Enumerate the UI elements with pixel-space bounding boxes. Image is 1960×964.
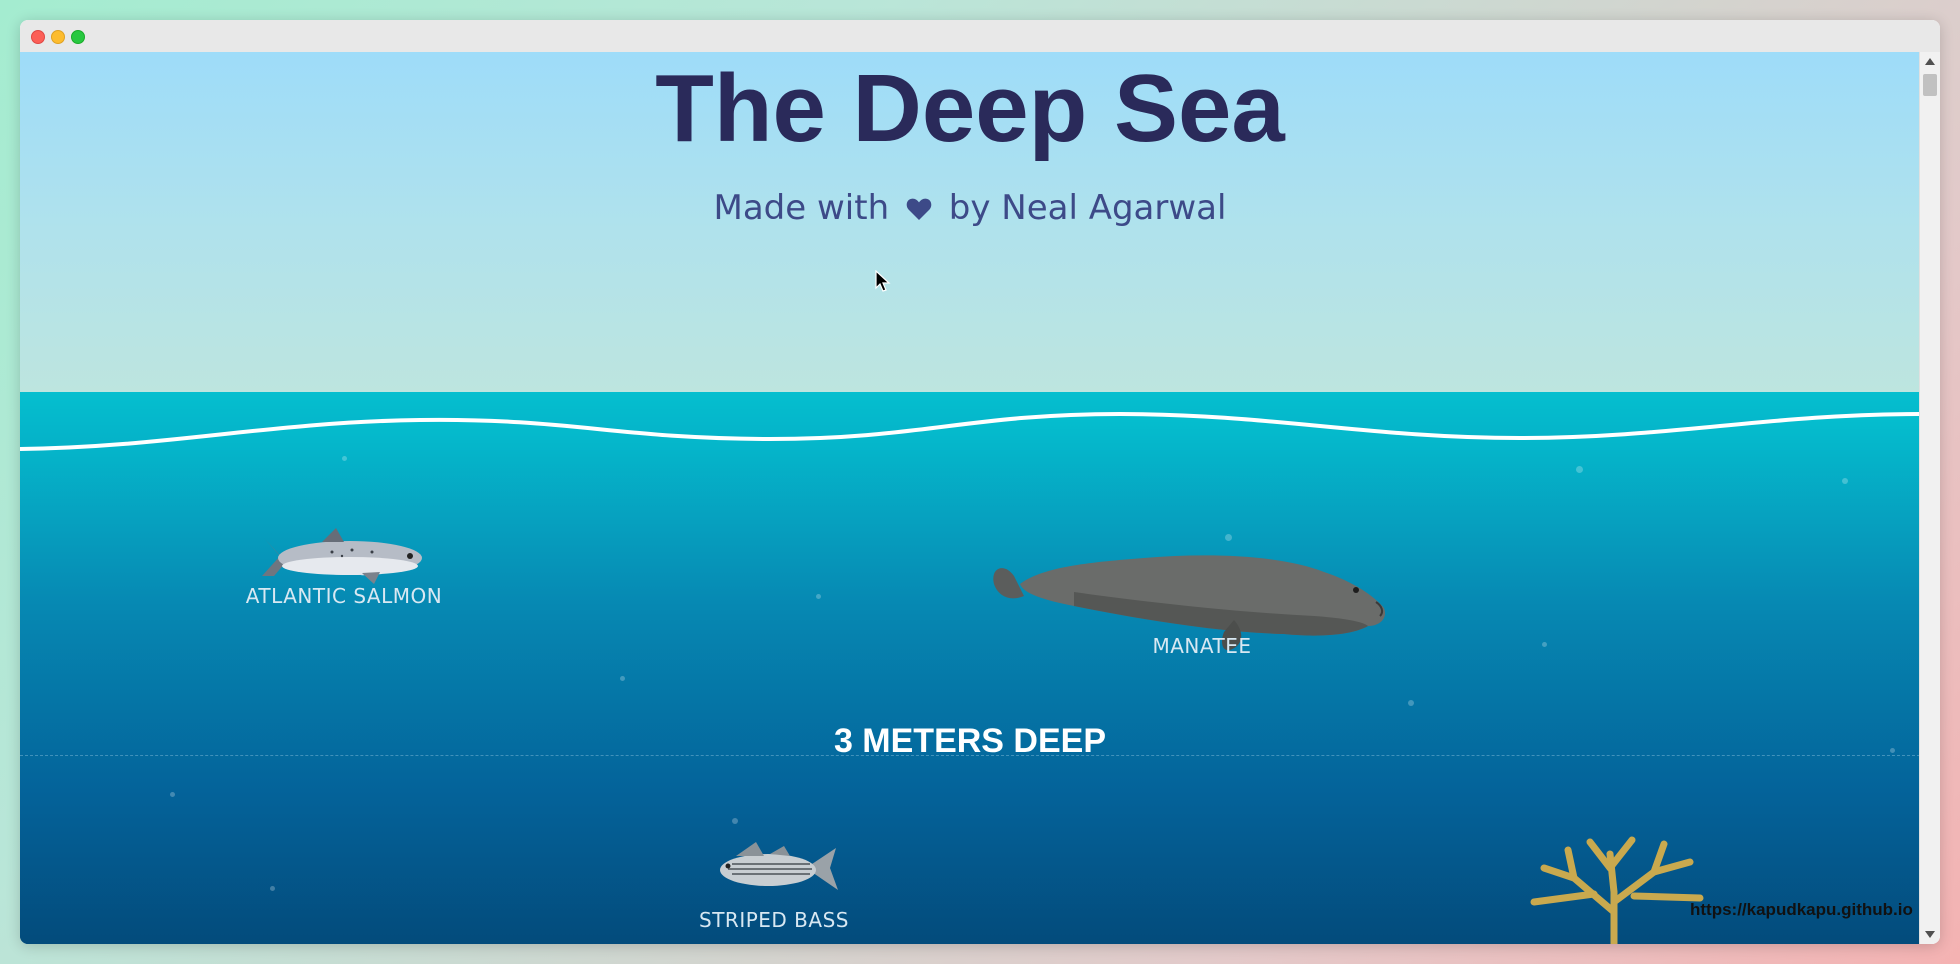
heart-icon	[906, 190, 932, 230]
water-particle	[732, 818, 738, 824]
water-particle	[816, 594, 821, 599]
water-particle	[170, 792, 175, 797]
subtitle: Made with by Neal Agarwal	[20, 188, 1920, 230]
close-window-button[interactable]	[31, 30, 45, 44]
water-particle	[1576, 466, 1583, 473]
water-particle	[1542, 642, 1547, 647]
scroll-down-icon[interactable]	[1925, 931, 1935, 938]
maximize-window-button[interactable]	[71, 30, 85, 44]
mouse-cursor-icon	[875, 269, 891, 297]
creature-label: STRIPED BASS	[699, 908, 849, 932]
scroll-thumb[interactable]	[1923, 74, 1937, 96]
page-title: The Deep Sea	[655, 55, 1285, 162]
water-particle	[342, 456, 347, 461]
water-particle	[270, 886, 275, 891]
water-particle	[1842, 478, 1848, 484]
striped-bass-image	[720, 842, 838, 890]
status-url: https://kapudkapu.github.io	[1690, 900, 1913, 919]
depth-label: 3 METERS DEEP	[833, 722, 1107, 760]
water-particle	[620, 676, 625, 681]
minimize-window-button[interactable]	[51, 30, 65, 44]
page-viewport[interactable]: The Deep Sea Made with by Neal Agarwal A…	[20, 52, 1920, 944]
creature-label: ATLANTIC SALMON	[245, 584, 443, 608]
water-surface-wave	[20, 411, 1920, 944]
title-bar	[20, 20, 1940, 53]
browser-window: The Deep Sea Made with by Neal Agarwal A…	[20, 20, 1940, 944]
vertical-scrollbar[interactable]	[1919, 52, 1940, 944]
water-particle	[1408, 700, 1414, 706]
creature-label: MANATEE	[1152, 634, 1252, 658]
author-link[interactable]: by Neal Agarwal	[949, 188, 1227, 228]
coral-image	[1530, 836, 1704, 944]
scroll-up-icon[interactable]	[1925, 58, 1935, 65]
subtitle-prefix: Made with	[713, 188, 890, 228]
